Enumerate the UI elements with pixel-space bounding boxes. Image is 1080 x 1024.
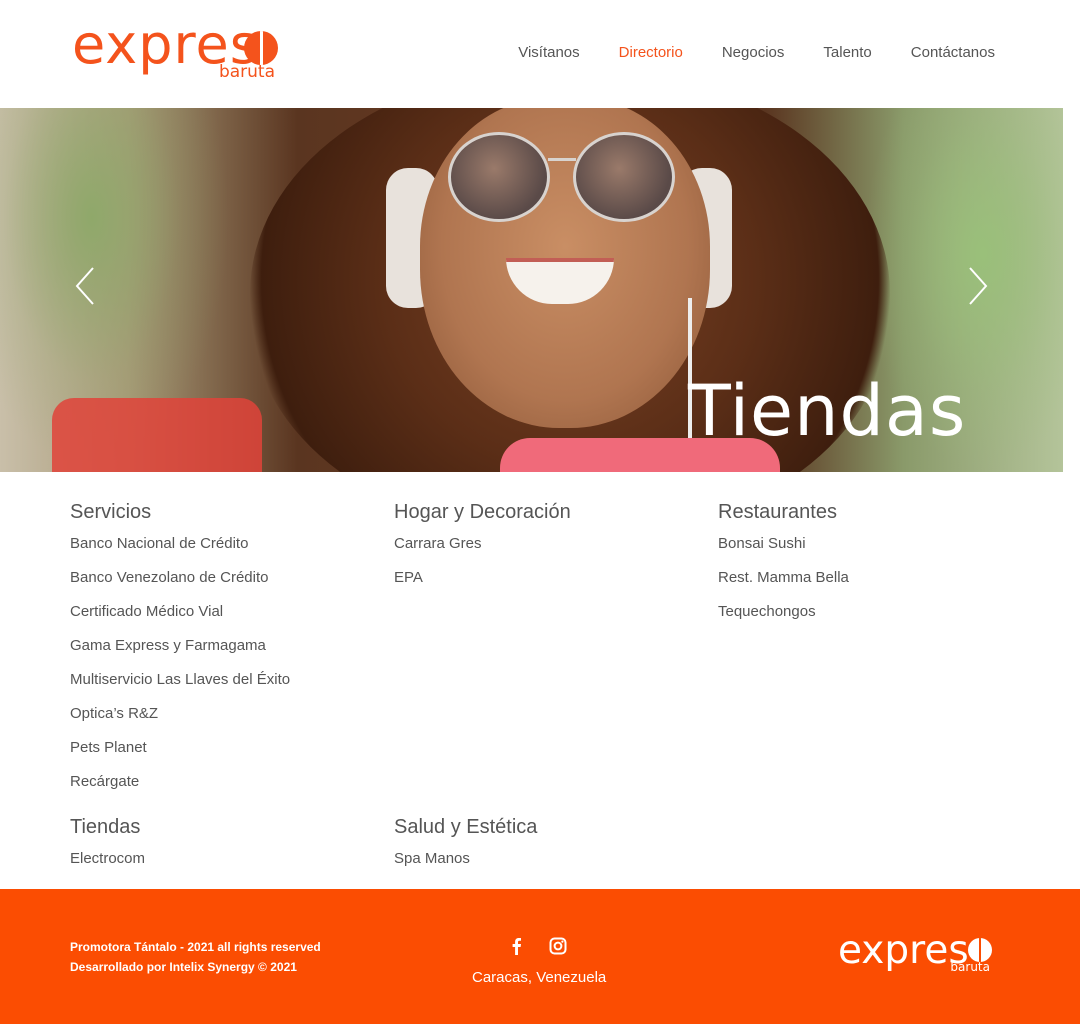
directory-item[interactable]: Bonsai Sushi bbox=[718, 535, 849, 569]
category-list: Bonsai Sushi Rest. Mamma Bella Tequechon… bbox=[718, 535, 849, 637]
slider-next-button[interactable] bbox=[966, 266, 990, 306]
site-footer: Promotora Tántalo - 2021 all rights rese… bbox=[0, 889, 1080, 1024]
instagram-icon[interactable] bbox=[549, 937, 567, 955]
directory-item[interactable]: Rest. Mamma Bella bbox=[718, 569, 849, 603]
directory-item[interactable]: Multiservicio Las Llaves del Éxito bbox=[70, 671, 290, 705]
logo-subtitle: baruta bbox=[218, 62, 275, 82]
category-salud: Salud y Estética Spa Manos bbox=[394, 816, 537, 884]
chevron-right-icon bbox=[969, 267, 988, 305]
slider-prev-button[interactable] bbox=[73, 266, 97, 306]
logo-o-icon bbox=[244, 31, 278, 65]
hero-sunglass-left bbox=[448, 132, 550, 222]
footer-credits: Promotora Tántalo - 2021 all rights rese… bbox=[70, 937, 321, 977]
category-title: Hogar y Decoración bbox=[394, 501, 571, 523]
directory-item[interactable]: Carrara Gres bbox=[394, 535, 571, 569]
category-restaurantes: Restaurantes Bonsai Sushi Rest. Mamma Be… bbox=[718, 501, 849, 637]
footer-logo-wordmark: expres bbox=[838, 928, 969, 973]
social-links bbox=[508, 937, 567, 955]
directory-item[interactable]: EPA bbox=[394, 569, 571, 603]
directory-item[interactable]: Optica’s R&Z bbox=[70, 705, 290, 739]
nav-talento[interactable]: Talento bbox=[823, 44, 871, 61]
nav-negocios[interactable]: Negocios bbox=[722, 44, 785, 61]
footer-copyright: Promotora Tántalo - 2021 all rights rese… bbox=[70, 940, 321, 954]
footer-logo-subtitle: baruta bbox=[950, 960, 990, 974]
category-hogar: Hogar y Decoración Carrara Gres EPA bbox=[394, 501, 571, 603]
hero-red-phone bbox=[52, 398, 262, 472]
footer-location: Caracas, Venezuela bbox=[472, 969, 607, 986]
category-list: Banco Nacional de Crédito Banco Venezola… bbox=[70, 535, 290, 807]
directory-item[interactable]: Electrocom bbox=[70, 850, 145, 884]
category-tiendas: Tiendas Electrocom bbox=[70, 816, 145, 884]
category-servicios: Servicios Banco Nacional de Crédito Banc… bbox=[70, 501, 290, 807]
footer-brand-logo[interactable]: expres baruta bbox=[838, 931, 992, 977]
facebook-icon[interactable] bbox=[508, 937, 526, 955]
directory-item[interactable]: Banco Nacional de Crédito bbox=[70, 535, 290, 569]
directory-item[interactable]: Certificado Médico Vial bbox=[70, 603, 290, 637]
hero-sunglass-bridge bbox=[548, 158, 576, 161]
category-title: Servicios bbox=[70, 501, 152, 523]
hero-slider: Tiendas bbox=[0, 108, 1063, 472]
category-title: Salud y Estética bbox=[394, 816, 538, 838]
footer-logo-o-icon bbox=[968, 938, 992, 962]
category-title: Tiendas bbox=[70, 816, 141, 838]
nav-visitanos[interactable]: Visítanos bbox=[518, 44, 579, 61]
brand-logo[interactable]: expres baruta bbox=[72, 18, 278, 84]
directory-item[interactable]: Recárgate bbox=[70, 773, 290, 807]
directory-item[interactable]: Pets Planet bbox=[70, 739, 290, 773]
main-nav: Visítanos Directorio Negocios Talento Co… bbox=[518, 44, 995, 61]
category-list: Spa Manos bbox=[394, 850, 537, 884]
category-list: Carrara Gres EPA bbox=[394, 535, 571, 603]
category-list: Electrocom bbox=[70, 850, 145, 884]
directory-item[interactable]: Tequechongos bbox=[718, 603, 849, 637]
chevron-left-icon bbox=[75, 267, 94, 305]
directory-item[interactable]: Banco Venezolano de Crédito bbox=[70, 569, 290, 603]
nav-contactanos[interactable]: Contáctanos bbox=[911, 44, 995, 61]
footer-developer: Desarrollado por Intelix Synergy © 2021 bbox=[70, 960, 297, 974]
hero-title: Tiendas bbox=[688, 370, 967, 452]
directory-item[interactable]: Spa Manos bbox=[394, 850, 537, 884]
directory-item[interactable]: Gama Express y Farmagama bbox=[70, 637, 290, 671]
hero-sunglass-right bbox=[573, 132, 675, 222]
category-title: Restaurantes bbox=[718, 501, 837, 523]
site-header: expres baruta Visítanos Directorio Negoc… bbox=[0, 0, 1080, 108]
nav-directorio[interactable]: Directorio bbox=[619, 44, 683, 61]
